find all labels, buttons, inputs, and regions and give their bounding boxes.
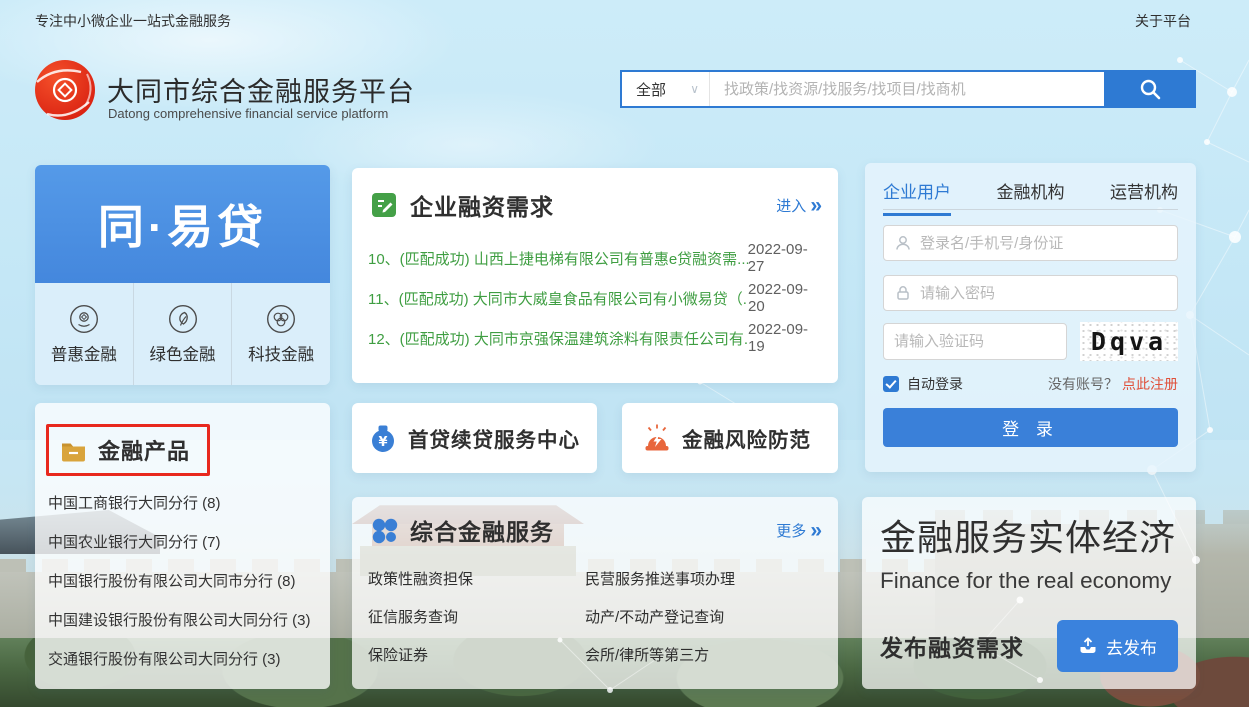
search-input[interactable] bbox=[710, 72, 1104, 106]
bank-item[interactable]: 中国银行股份有限公司大同市分行 (8) bbox=[48, 562, 320, 601]
upload-icon bbox=[1078, 636, 1098, 656]
financing-needs-title: 企业融资需求 bbox=[410, 188, 554, 222]
tab-enterprise-user[interactable]: 企业用户 bbox=[883, 178, 951, 216]
service-link[interactable]: 征信服务查询 bbox=[368, 599, 585, 637]
tong-yidai-card[interactable]: 同·易贷 普惠金融 绿色金融 bbox=[35, 165, 330, 385]
feature-green-finance[interactable]: 绿色金融 bbox=[133, 283, 232, 385]
lock-icon bbox=[894, 284, 912, 302]
double-arrow-icon: » bbox=[810, 195, 822, 216]
tabs-underline bbox=[883, 209, 1178, 210]
search-bar: 全部 ∨ bbox=[620, 70, 1196, 108]
feature-tech-finance[interactable]: 科技金融 bbox=[231, 283, 330, 385]
services-more-link[interactable]: 更多 » bbox=[776, 520, 822, 541]
comprehensive-services-card: 综合金融服务 更多 » 政策性融资担保 民营服务推送事项办理 征信服务查询 动产… bbox=[352, 497, 838, 689]
risk-prevention-title: 金融风险防范 bbox=[682, 423, 811, 453]
money-bag-icon: ¥ bbox=[368, 423, 398, 453]
service-link[interactable]: 动产/不动产登记查询 bbox=[585, 599, 822, 637]
tab-operating-institution[interactable]: 运营机构 bbox=[1110, 178, 1178, 216]
search-category-select[interactable]: 全部 ∨ bbox=[622, 72, 710, 106]
financial-products-title: 金融产品 bbox=[98, 434, 190, 466]
topbar-slogan: 专注中小微企业一站式金融服务 bbox=[35, 11, 231, 31]
first-loan-center-card[interactable]: ¥ 首贷续贷服务中心 bbox=[352, 403, 597, 473]
password-input[interactable] bbox=[920, 285, 1167, 302]
site-logo bbox=[33, 56, 97, 122]
folder-icon bbox=[60, 437, 87, 464]
user-icon bbox=[894, 234, 912, 252]
financial-products-card: 金融产品 中国工商银行大同分行 (8) 中国农业银行大同分行 (7) 中国银行股… bbox=[35, 403, 330, 689]
chevron-down-icon: ∨ bbox=[690, 82, 699, 96]
bank-item[interactable]: 中国农业银行大同分行 (7) bbox=[48, 523, 320, 562]
service-link[interactable]: 会所/律所等第三方 bbox=[585, 637, 822, 675]
no-account-text: 没有账号？ bbox=[1048, 374, 1118, 394]
financing-needs-enter-link[interactable]: 进入 » bbox=[776, 195, 822, 216]
first-loan-center-title: 首贷续贷服务中心 bbox=[408, 423, 580, 453]
bank-item[interactable]: 中国建设银行股份有限公司大同分行 (3) bbox=[48, 601, 320, 640]
login-panel: 企业用户 金融机构 运营机构 bbox=[865, 163, 1196, 472]
service-link[interactable]: 民营服务推送事项办理 bbox=[585, 561, 822, 599]
financing-need-item[interactable]: 12、(匹配成功) 大同市京强保温建筑涂料有限责任公司有... 2022-09-… bbox=[352, 318, 838, 358]
alarm-siren-icon bbox=[642, 423, 672, 453]
leaf-icon bbox=[168, 304, 198, 334]
captcha-input[interactable] bbox=[894, 333, 1093, 350]
risk-prevention-card[interactable]: 金融风险防范 bbox=[622, 403, 838, 473]
promo-subtitle: Finance for the real economy bbox=[880, 568, 1178, 594]
comprehensive-services-title: 综合金融服务 bbox=[410, 513, 554, 547]
site-title: 大同市综合金融服务平台 bbox=[107, 70, 415, 109]
bank-item[interactable]: 中国工商银行大同分行 (8) bbox=[48, 484, 320, 523]
financing-needs-icon bbox=[370, 191, 398, 219]
service-link[interactable]: 政策性融资担保 bbox=[368, 561, 585, 599]
search-icon bbox=[1138, 77, 1162, 101]
financing-needs-card: 企业融资需求 进入 » 10、(匹配成功) 山西上捷电梯有限公司有普惠e贷融资需… bbox=[352, 168, 838, 383]
double-arrow-icon: » bbox=[810, 520, 822, 541]
promo-title: 金融服务实体经济 bbox=[880, 509, 1178, 561]
bank-item[interactable]: 交通银行股份有限公司大同分行 (3) bbox=[48, 640, 320, 679]
tech-knot-icon bbox=[266, 304, 296, 334]
login-button[interactable]: 登 录 bbox=[883, 408, 1178, 447]
promo-card: 金融服务实体经济 Finance for the real economy 发布… bbox=[862, 497, 1196, 689]
register-link[interactable]: 点此注册 bbox=[1122, 374, 1178, 394]
captcha-image[interactable]: Dqva bbox=[1080, 322, 1178, 361]
about-platform-link[interactable]: 关于平台 bbox=[1135, 11, 1191, 31]
search-button[interactable] bbox=[1104, 70, 1196, 108]
auto-login-label: 自动登录 bbox=[907, 374, 963, 394]
tong-yidai-title: 同·易贷 bbox=[98, 191, 267, 257]
auto-login-checkbox[interactable] bbox=[883, 376, 899, 392]
publish-needs-label: 发布融资需求 bbox=[880, 629, 1024, 663]
financing-need-item[interactable]: 10、(匹配成功) 山西上捷电梯有限公司有普惠e贷融资需... 2022-09-… bbox=[352, 238, 838, 278]
service-link[interactable]: 保险证券 bbox=[368, 637, 585, 675]
username-input[interactable] bbox=[920, 235, 1167, 252]
svg-text:¥: ¥ bbox=[378, 435, 387, 450]
bank-list: 中国工商银行大同分行 (8) 中国农业银行大同分行 (7) 中国银行股份有限公司… bbox=[48, 484, 320, 679]
site-subtitle: Datong comprehensive financial service p… bbox=[108, 106, 388, 121]
page: 专注中小微企业一站式金融服务 关于平台 大同市综合金融服务平台 Datong c… bbox=[0, 0, 1249, 707]
coin-hand-icon bbox=[69, 304, 99, 334]
feature-inclusive-finance[interactable]: 普惠金融 bbox=[35, 283, 133, 385]
go-publish-button[interactable]: 去发布 bbox=[1057, 620, 1178, 672]
tab-financial-institution[interactable]: 金融机构 bbox=[997, 178, 1065, 216]
financing-need-item[interactable]: 11、(匹配成功) 大同市大威皇食品有限公司有小微易贷（... 2022-09-… bbox=[352, 278, 838, 318]
tong-yidai-banner[interactable]: 同·易贷 bbox=[35, 165, 330, 283]
four-dots-icon bbox=[370, 516, 398, 544]
